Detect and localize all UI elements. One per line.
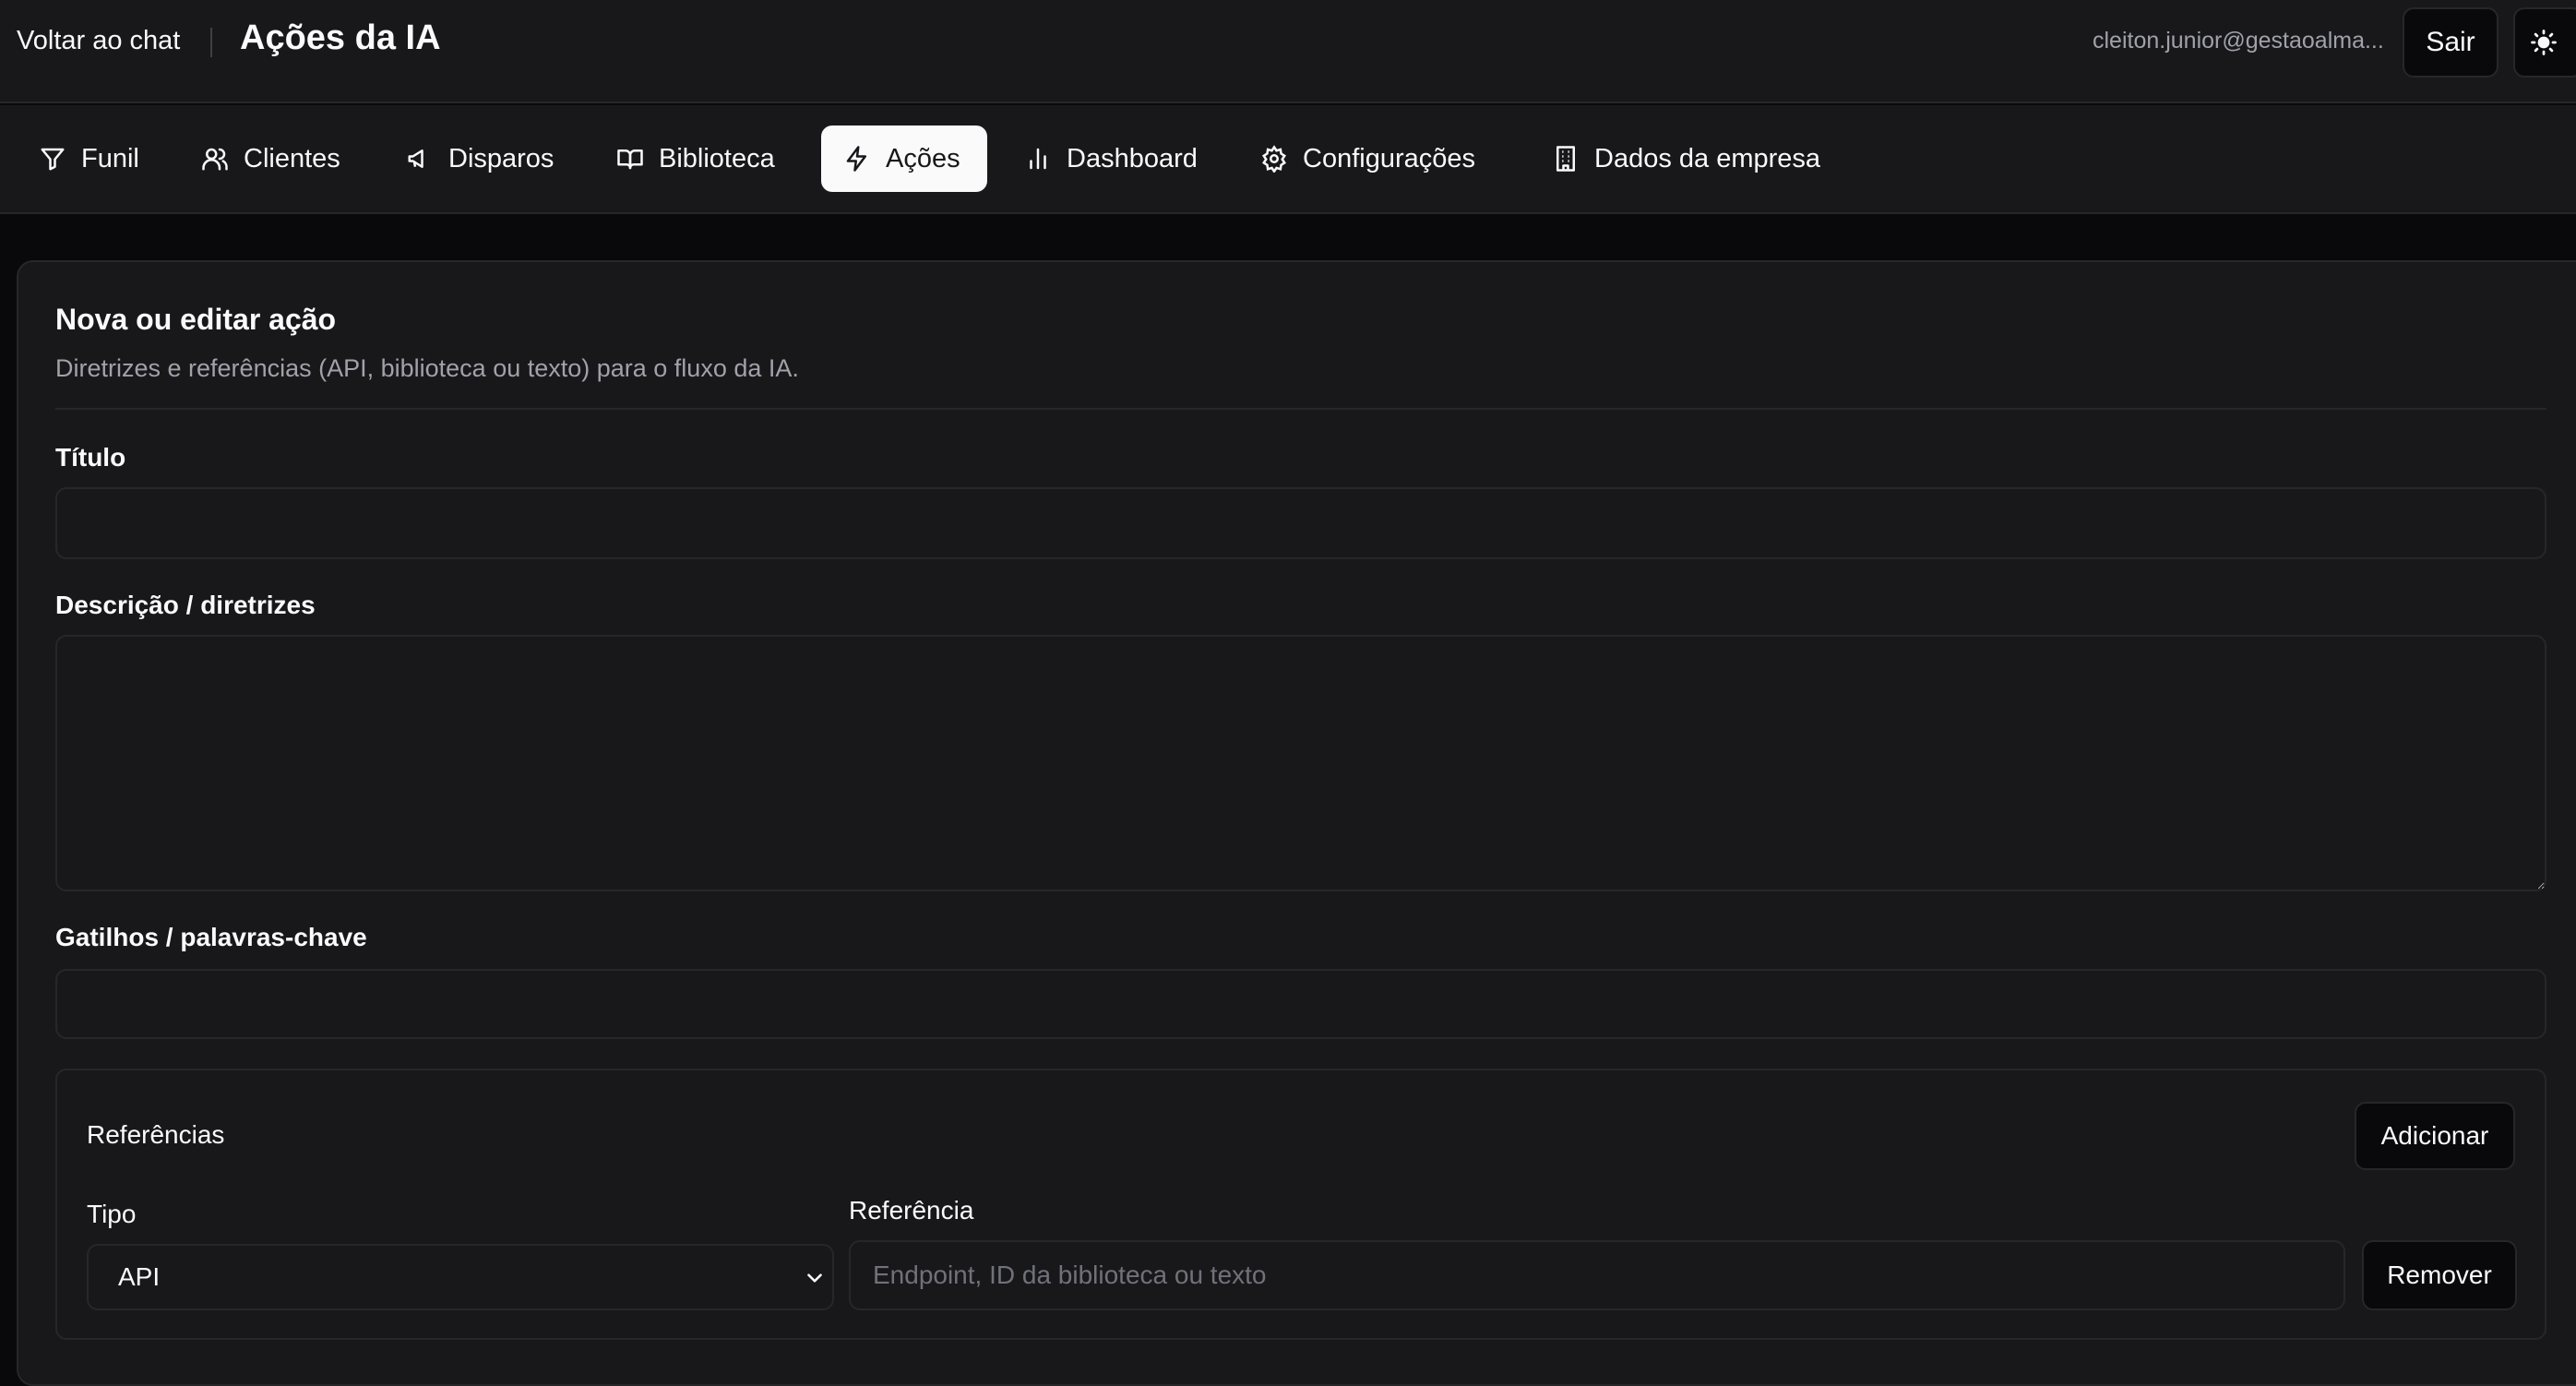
type-label: Tipo: [87, 1200, 137, 1228]
users-icon: [202, 148, 228, 171]
bar-chart-icon: [1030, 148, 1046, 170]
form-divider: [55, 408, 2546, 410]
title-label: Título: [55, 443, 126, 472]
top-bar: Voltar ao chat Ações da IA cleiton.junio…: [0, 0, 2576, 103]
sun-icon: [2531, 30, 2557, 55]
add-reference-button[interactable]: Adicionar: [2355, 1102, 2515, 1170]
description-textarea[interactable]: [55, 635, 2546, 891]
triggers-label: Gatilhos / palavras-chave: [55, 923, 367, 951]
nav-item-label: Dashboard: [1067, 143, 1198, 173]
logout-button[interactable]: Sair: [2403, 7, 2498, 78]
form-subtitle: Diretrizes e referências (API, bibliotec…: [55, 354, 799, 382]
nav-item-label: Clientes: [244, 143, 340, 173]
gear-icon: [1262, 145, 1286, 173]
back-to-chat-link[interactable]: Voltar ao chat: [17, 26, 180, 56]
description-label: Descrição / diretrizes: [55, 591, 316, 619]
title-input[interactable]: [55, 487, 2546, 559]
theme-toggle-button[interactable]: [2513, 7, 2576, 78]
book-open-icon: [617, 149, 643, 170]
header-divider: [210, 28, 212, 57]
nav-item-funil[interactable]: Funil: [17, 125, 161, 192]
chevron-down-icon: [807, 1273, 822, 1283]
nav-item-biblioteca[interactable]: Biblioteca: [594, 125, 797, 192]
remove-reference-button[interactable]: Remover: [2362, 1240, 2517, 1310]
user-email: cleiton.junior@gestaoalma...: [2093, 28, 2384, 54]
nav-item-clientes[interactable]: Clientes: [179, 125, 363, 192]
nav-item-dashboard[interactable]: Dashboard: [1002, 125, 1220, 192]
type-select[interactable]: API: [87, 1244, 834, 1310]
form-title: Nova ou editar ação: [55, 303, 337, 336]
triggers-input[interactable]: [55, 969, 2546, 1039]
nav-item-label: Disparos: [448, 143, 555, 173]
nav-item-label: Biblioteca: [659, 143, 775, 173]
nav-item-label: Funil: [81, 143, 139, 173]
nav-item-label: Ações: [886, 143, 960, 173]
nav-item-configuracoes[interactable]: Configurações: [1238, 125, 1497, 192]
nav-item-acoes[interactable]: Ações: [821, 125, 987, 192]
reference-input[interactable]: [849, 1240, 2345, 1310]
filter-icon: [41, 148, 65, 171]
megaphone-icon: [408, 149, 423, 168]
main-nav: Funil Clientes Disparos Biblioteca Ações…: [0, 105, 2576, 214]
reference-label: Referência: [849, 1196, 974, 1225]
page-title: Ações da IA: [240, 18, 441, 57]
nav-item-dados-empresa[interactable]: Dados da empresa: [1530, 125, 1843, 192]
references-title: Referências: [87, 1120, 225, 1149]
building-icon: [1556, 146, 1575, 172]
nav-item-disparos[interactable]: Disparos: [384, 125, 576, 192]
type-select-value: API: [118, 1262, 161, 1291]
nav-item-label: Dados da empresa: [1594, 143, 1821, 173]
zap-icon: [846, 146, 866, 172]
nav-item-label: Configurações: [1303, 143, 1475, 173]
